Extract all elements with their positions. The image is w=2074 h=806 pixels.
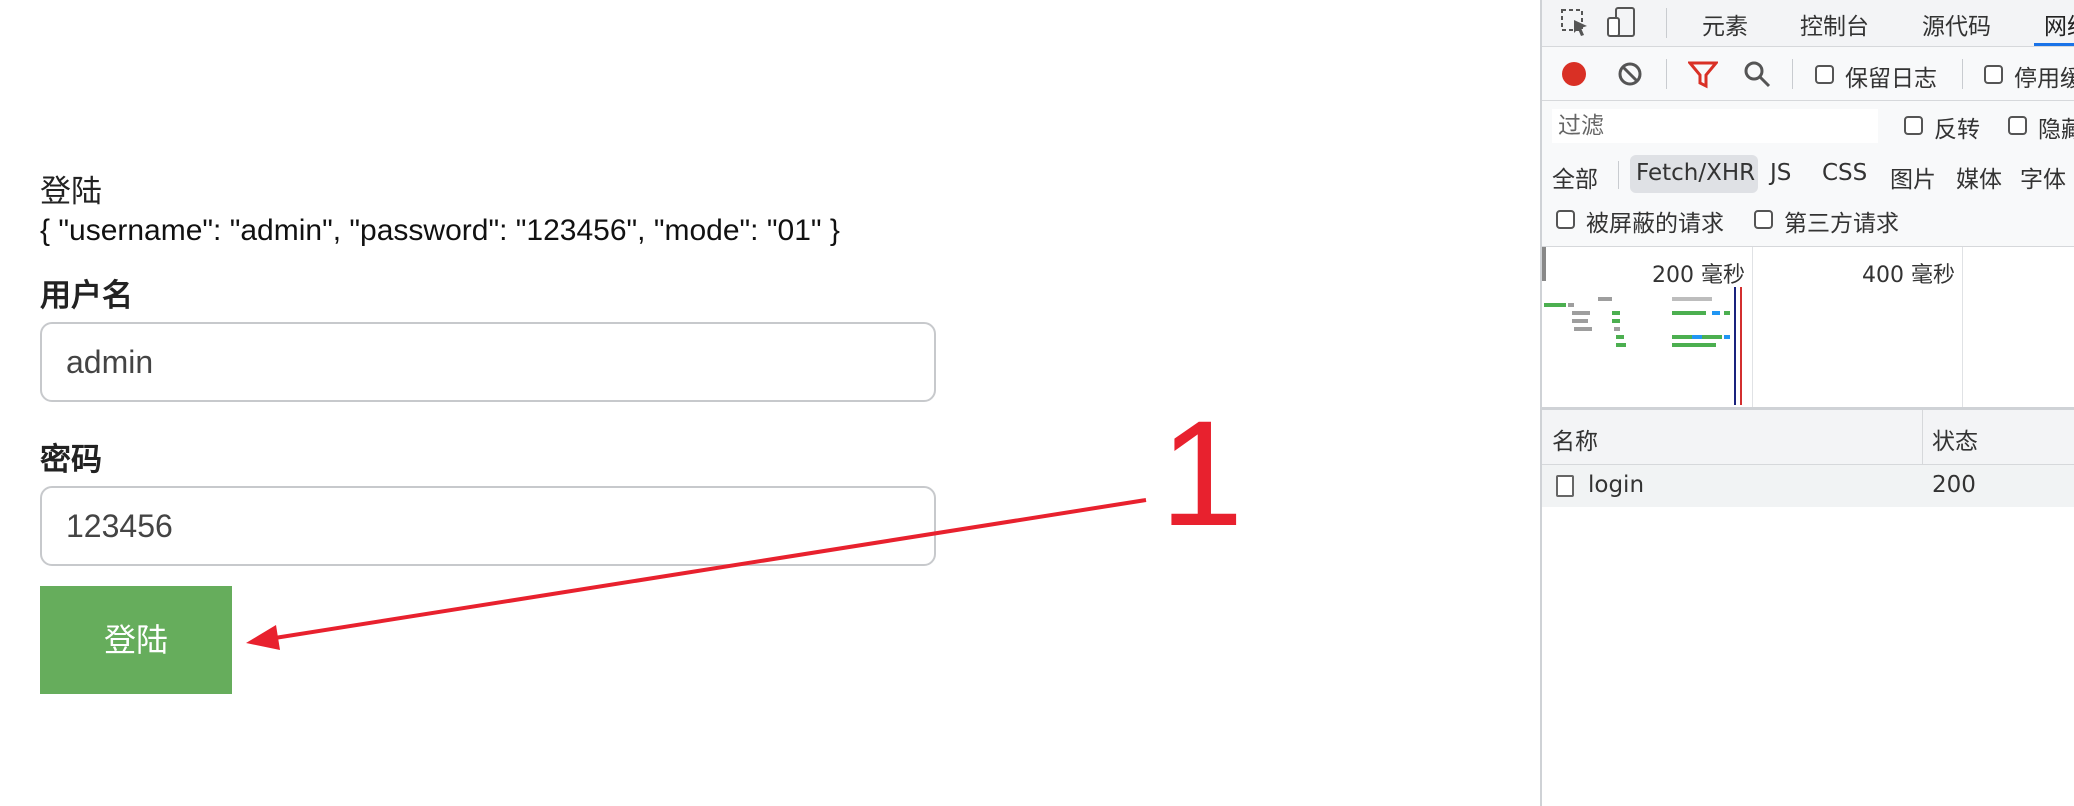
login-page: 登陆 { "username": "admin", "password": "1… [0,0,1540,806]
timeline-bar [1724,311,1730,315]
timeline-bar [1724,335,1730,339]
separator [1666,59,1667,89]
timeline-gridline [1752,247,1753,407]
annotation-arrow [246,498,1147,650]
devtools-tabbar: 元素 控制台 源代码 网络 [1542,0,2074,47]
timeline-bar [1612,311,1620,315]
active-tab-indicator [2034,43,2074,46]
filter-bar: 过滤 反转 隐藏 [1542,101,2074,151]
timeline-tick: 200 毫秒 [1652,263,1745,288]
blocked-requests-checkbox[interactable] [1556,210,1575,229]
devtools-panel: 元素 控制台 源代码 网络 保留日志 停用缓存 过滤 反转 [1540,0,2074,806]
hide-label: 隐藏 [2038,117,2074,143]
tab-console[interactable]: 控制台 [1800,7,1869,41]
timeline-bar [1572,319,1588,323]
request-status: 200 [1932,472,1976,498]
blocked-requests-label: 被屏蔽的请求 [1586,211,1724,237]
document-icon [1556,475,1574,497]
separator [1618,161,1619,189]
timeline-bar [1616,343,1626,347]
timeline-bar [1568,303,1574,307]
network-overview-timeline[interactable]: 200 毫秒 400 毫秒 [1542,247,2074,410]
network-toolbar: 保留日志 停用缓存 [1542,47,2074,101]
annotation-number: 1 [1160,389,1244,557]
timeline-bar [1612,319,1620,323]
dom-content-loaded-line [1734,287,1736,405]
type-css[interactable]: CSS [1822,160,1867,186]
type-js[interactable]: JS [1770,160,1791,186]
timeline-bar [1572,311,1590,315]
inspect-element-icon[interactable] [1560,8,1590,38]
hide-checkbox[interactable] [2008,116,2027,135]
timeline-bar [1574,327,1592,331]
request-name: login [1588,472,1645,498]
column-status[interactable]: 状态 [1932,422,1978,456]
tab-elements[interactable]: 元素 [1702,7,1748,41]
filter-icon[interactable] [1688,59,1718,89]
timeline-bar [1692,335,1702,339]
timeline-bar [1672,343,1716,347]
clear-icon[interactable] [1616,60,1644,88]
separator [1792,59,1793,89]
request-options-bar: 被屏蔽的请求 第三方请求 [1542,198,2074,247]
column-name[interactable]: 名称 [1552,422,1598,456]
separator [1666,8,1667,38]
disable-cache-label: 停用缓存 [2014,66,2074,92]
third-party-label: 第三方请求 [1784,211,1899,237]
separator [1962,59,1963,89]
timeline-handle[interactable] [1542,247,1546,281]
table-row[interactable]: login 200 [1542,465,2074,507]
record-icon[interactable] [1560,60,1588,88]
timeline-bar [1544,303,1566,307]
timeline-bar [1672,311,1706,315]
invert-checkbox[interactable] [1904,116,1923,135]
preserve-log-label: 保留日志 [1845,66,1937,92]
request-type-filters: 全部 Fetch/XHR JS CSS 图片 媒体 字体 [1542,151,2074,198]
search-icon[interactable] [1742,59,1772,89]
type-fetch-xhr[interactable]: Fetch/XHR [1636,160,1755,186]
disable-cache-checkbox[interactable] [1984,65,2003,84]
tab-network[interactable]: 网络 [2044,7,2074,41]
timeline-bar [1598,297,1612,301]
type-media[interactable]: 媒体 [1956,160,2002,194]
preserve-log-checkbox[interactable] [1815,65,1834,84]
timeline-tick: 400 毫秒 [1862,263,1955,288]
timeline-gridline [1962,247,1963,407]
invert-label: 反转 [1934,117,1980,143]
type-font[interactable]: 字体 [2020,160,2066,194]
timeline-bar [1672,297,1712,301]
filter-input[interactable]: 过滤 [1552,109,1878,143]
type-img[interactable]: 图片 [1890,160,1936,194]
third-party-checkbox[interactable] [1754,210,1773,229]
type-all[interactable]: 全部 [1552,160,1598,194]
timeline-bar [1712,311,1720,315]
request-table-header: 名称 状态 [1542,410,2074,465]
tab-sources[interactable]: 源代码 [1922,7,1991,41]
request-table-body: login 200 [1542,465,2074,806]
device-toolbar-icon[interactable] [1606,6,1638,40]
load-event-line [1740,287,1742,405]
timeline-bar [1616,335,1624,339]
timeline-bar [1614,327,1620,331]
